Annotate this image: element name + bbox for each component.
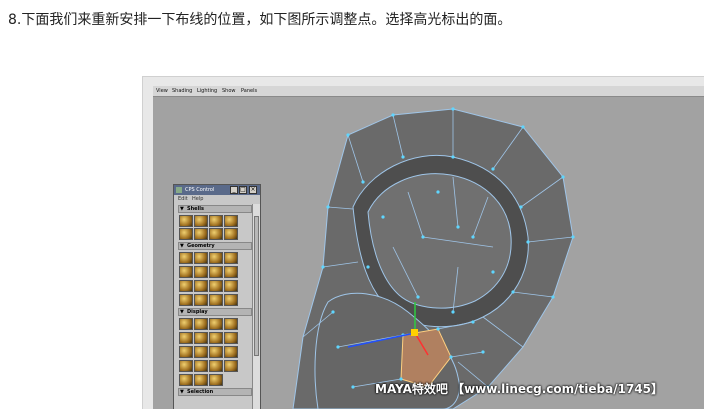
tool-button[interactable] — [224, 360, 238, 372]
step-instruction: 8.下面我们来重新安排一下布线的位置，如下图所示调整点。选择高光标出的面。 — [8, 12, 512, 28]
tool-button[interactable] — [179, 215, 193, 227]
panel-menu-help[interactable]: Help — [192, 196, 203, 202]
menu-lighting[interactable]: Lighting — [197, 88, 217, 94]
menu-panels[interactable]: Panels — [241, 88, 257, 94]
panel-menu-edit[interactable]: Edit — [178, 196, 188, 202]
menu-show[interactable]: Show — [222, 88, 236, 94]
tool-button[interactable] — [224, 332, 238, 344]
tool-button[interactable] — [179, 266, 193, 278]
tool-button[interactable] — [194, 346, 208, 358]
tool-button[interactable] — [179, 346, 193, 358]
close-button[interactable]: × — [249, 186, 257, 194]
tool-button[interactable] — [179, 228, 193, 240]
collapse-arrow-icon: ▼ — [180, 309, 184, 315]
tool-button[interactable] — [194, 318, 208, 330]
tool-button[interactable] — [224, 294, 238, 306]
tool-button[interactable] — [209, 280, 223, 292]
section-shells[interactable]: ▼ Shells — [178, 205, 252, 213]
tool-button[interactable] — [209, 374, 223, 386]
tool-button[interactable] — [209, 294, 223, 306]
maya-viewport[interactable]: View Shading Lighting Show Panels CPS Co… — [153, 86, 704, 409]
tool-button[interactable] — [224, 280, 238, 292]
tool-button[interactable] — [209, 266, 223, 278]
maximize-button[interactable]: □ — [239, 186, 247, 194]
tool-button[interactable] — [194, 280, 208, 292]
tool-button[interactable] — [209, 318, 223, 330]
tool-button[interactable] — [194, 360, 208, 372]
tool-button[interactable] — [179, 332, 193, 344]
collapse-arrow-icon: ▼ — [180, 243, 184, 249]
section-selection[interactable]: ▼ Selection — [178, 388, 252, 396]
tool-button[interactable] — [179, 280, 193, 292]
tool-button[interactable] — [179, 360, 193, 372]
tool-button[interactable] — [224, 346, 238, 358]
tool-button[interactable] — [194, 374, 208, 386]
tool-button[interactable] — [224, 215, 238, 227]
watermark: MAYA特效吧 【www.linecg.com/tieba/1745】 — [375, 382, 664, 396]
tool-button[interactable] — [194, 252, 208, 264]
tool-button[interactable] — [209, 215, 223, 227]
tool-button[interactable] — [209, 346, 223, 358]
panel-title: CPS Control — [185, 187, 215, 193]
viewport-menubar: View Shading Lighting Show Panels — [153, 86, 704, 97]
app-icon — [176, 187, 182, 193]
menu-shading[interactable]: Shading — [172, 88, 192, 94]
tool-button[interactable] — [224, 266, 238, 278]
tool-button[interactable] — [194, 228, 208, 240]
tool-button[interactable] — [209, 252, 223, 264]
screenshot-frame: View Shading Lighting Show Panels CPS Co… — [142, 76, 704, 409]
tool-button[interactable] — [179, 252, 193, 264]
panel-scrollbar[interactable] — [252, 204, 260, 409]
section-display[interactable]: ▼ Display — [178, 308, 252, 316]
tool-button[interactable] — [224, 252, 238, 264]
collapse-arrow-icon: ▼ — [180, 389, 184, 395]
tool-button[interactable] — [179, 374, 193, 386]
collapse-arrow-icon: ▼ — [180, 206, 184, 212]
tool-button[interactable] — [194, 332, 208, 344]
section-geometry[interactable]: ▼ Geometry — [178, 242, 252, 250]
scrollbar-thumb[interactable] — [254, 216, 259, 356]
tool-button[interactable] — [194, 266, 208, 278]
menu-view[interactable]: View — [156, 88, 168, 94]
tool-button[interactable] — [224, 318, 238, 330]
minimize-button[interactable]: _ — [230, 186, 238, 194]
panel-titlebar[interactable]: CPS Control _ □ × — [174, 185, 260, 195]
tool-button[interactable] — [209, 360, 223, 372]
panel-menubar: Edit Help — [174, 195, 260, 204]
tool-button[interactable] — [194, 215, 208, 227]
tool-button[interactable] — [209, 228, 223, 240]
tool-button[interactable] — [194, 294, 208, 306]
tool-button[interactable] — [209, 332, 223, 344]
tool-button[interactable] — [224, 228, 238, 240]
tool-button[interactable] — [179, 294, 193, 306]
cps-control-panel[interactable]: CPS Control _ □ × Edit Help ▼ Shells ▼ G… — [173, 184, 261, 409]
tool-button[interactable] — [179, 318, 193, 330]
